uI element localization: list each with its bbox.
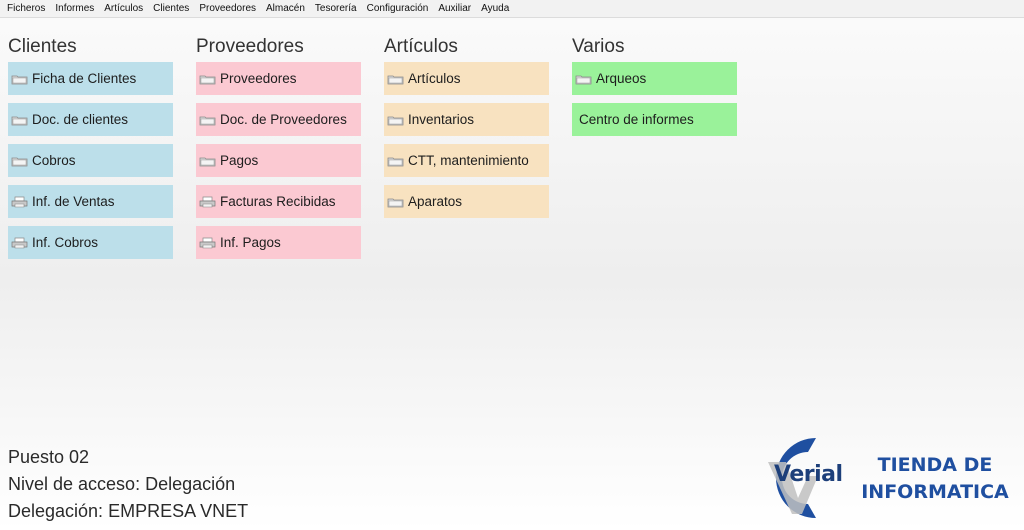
puesto-text: Puesto 02 xyxy=(8,447,90,467)
folder-icon xyxy=(387,157,404,166)
tile-label: Pagos xyxy=(220,153,259,168)
menu-configuracion[interactable]: Configuración xyxy=(362,0,434,18)
tile-aparatos[interactable]: Aparatos xyxy=(384,185,549,218)
menu-auxiliar[interactable]: Auxiliar xyxy=(433,0,476,18)
tile-ficha-de-clientes[interactable]: Ficha de Clientes xyxy=(8,62,173,95)
brand-text: TIENDA DE INFORMATICA xyxy=(850,452,1020,506)
tile-inf-de-ventas[interactable]: Inf. de Ventas xyxy=(8,185,173,218)
menu-ficheros[interactable]: Ficheros xyxy=(2,0,50,18)
tile-doc-de-clientes[interactable]: Doc. de clientes xyxy=(8,103,173,136)
tile-label: Doc. de clientes xyxy=(32,112,129,127)
column-title-articulos: Artículos xyxy=(384,36,458,57)
verial-logo-word: Verial xyxy=(774,462,843,487)
folder-icon xyxy=(199,75,216,84)
brand-line-2: INFORMATICA xyxy=(861,481,1009,503)
tile-arqueos[interactable]: Arqueos xyxy=(572,62,737,95)
folder-icon xyxy=(199,157,216,166)
tile-label: Facturas Recibidas xyxy=(220,194,336,209)
tile-inventarios[interactable]: Inventarios xyxy=(384,103,549,136)
printer-icon xyxy=(11,196,28,207)
column-varios: Varios Arqueos Centro de informes xyxy=(572,34,740,144)
tile-label: Arqueos xyxy=(596,71,647,86)
tile-inf-cobros[interactable]: Inf. Cobros xyxy=(8,226,173,259)
column-title-proveedores: Proveedores xyxy=(196,36,304,57)
tile-label: Inventarios xyxy=(408,112,475,127)
tile-pagos[interactable]: Pagos xyxy=(196,144,361,177)
tile-label: Inf. de Ventas xyxy=(32,194,115,209)
printer-icon xyxy=(199,237,216,248)
tile-label: Cobros xyxy=(32,153,76,168)
tile-centro-de-informes[interactable]: Centro de informes xyxy=(572,103,737,136)
folder-icon xyxy=(199,116,216,125)
access-level-text: Nivel de acceso: Delegación xyxy=(8,474,236,494)
tile-label: Ficha de Clientes xyxy=(32,71,137,86)
tile-label: Artículos xyxy=(408,71,461,86)
tile-label: Proveedores xyxy=(220,71,297,86)
column-proveedores: Proveedores Proveedores Doc. de Proveedo… xyxy=(196,34,364,267)
folder-icon xyxy=(11,116,28,125)
tile-proveedores[interactable]: Proveedores xyxy=(196,62,361,95)
tile-facturas-recibidas[interactable]: Facturas Recibidas xyxy=(196,185,361,218)
printer-icon xyxy=(11,237,28,248)
tile-label: Doc. de Proveedores xyxy=(220,112,347,127)
menu-tesoreria[interactable]: Tesorería xyxy=(310,0,362,18)
tile-doc-de-proveedores[interactable]: Doc. de Proveedores xyxy=(196,103,361,136)
delegation-text: Delegación: EMPRESA VNET xyxy=(8,501,249,521)
folder-icon xyxy=(575,75,592,84)
folder-icon xyxy=(11,157,28,166)
menu-proveedores[interactable]: Proveedores xyxy=(194,0,261,18)
status-info: Puesto 02 Nivel de acceso: Delegación De… xyxy=(8,444,248,525)
brand-line-1: TIENDA DE xyxy=(877,454,993,476)
tile-inf-pagos[interactable]: Inf. Pagos xyxy=(196,226,361,259)
menu-ayuda[interactable]: Ayuda xyxy=(476,0,514,18)
tile-label: Inf. Pagos xyxy=(220,235,281,250)
menu-almacen[interactable]: Almacén xyxy=(261,0,310,18)
folder-icon xyxy=(11,75,28,84)
tile-cobros[interactable]: Cobros xyxy=(8,144,173,177)
column-articulos: Artículos Artículos Inventarios CTT, man… xyxy=(384,34,552,226)
column-title-varios: Varios xyxy=(572,36,625,57)
folder-icon xyxy=(387,198,404,207)
tile-label: Inf. Cobros xyxy=(32,235,99,250)
menu-clientes[interactable]: Clientes xyxy=(148,0,194,18)
menu-bar: Ficheros Informes Artículos Clientes Pro… xyxy=(0,0,1024,18)
column-title-clientes: Clientes xyxy=(8,36,77,57)
folder-icon xyxy=(387,75,404,84)
tile-label: Centro de informes xyxy=(579,112,694,127)
tile-label: Aparatos xyxy=(408,194,463,209)
tile-articulos[interactable]: Artículos xyxy=(384,62,549,95)
menu-articulos[interactable]: Artículos xyxy=(99,0,148,18)
printer-icon xyxy=(199,196,216,207)
folder-icon xyxy=(387,116,404,125)
menu-informes[interactable]: Informes xyxy=(50,0,99,18)
tile-label: CTT, mantenimiento xyxy=(408,153,529,168)
tile-ctt-mantenimiento[interactable]: CTT, mantenimiento xyxy=(384,144,549,177)
column-clientes: Clientes Ficha de Clientes Doc. de clien… xyxy=(8,34,176,267)
